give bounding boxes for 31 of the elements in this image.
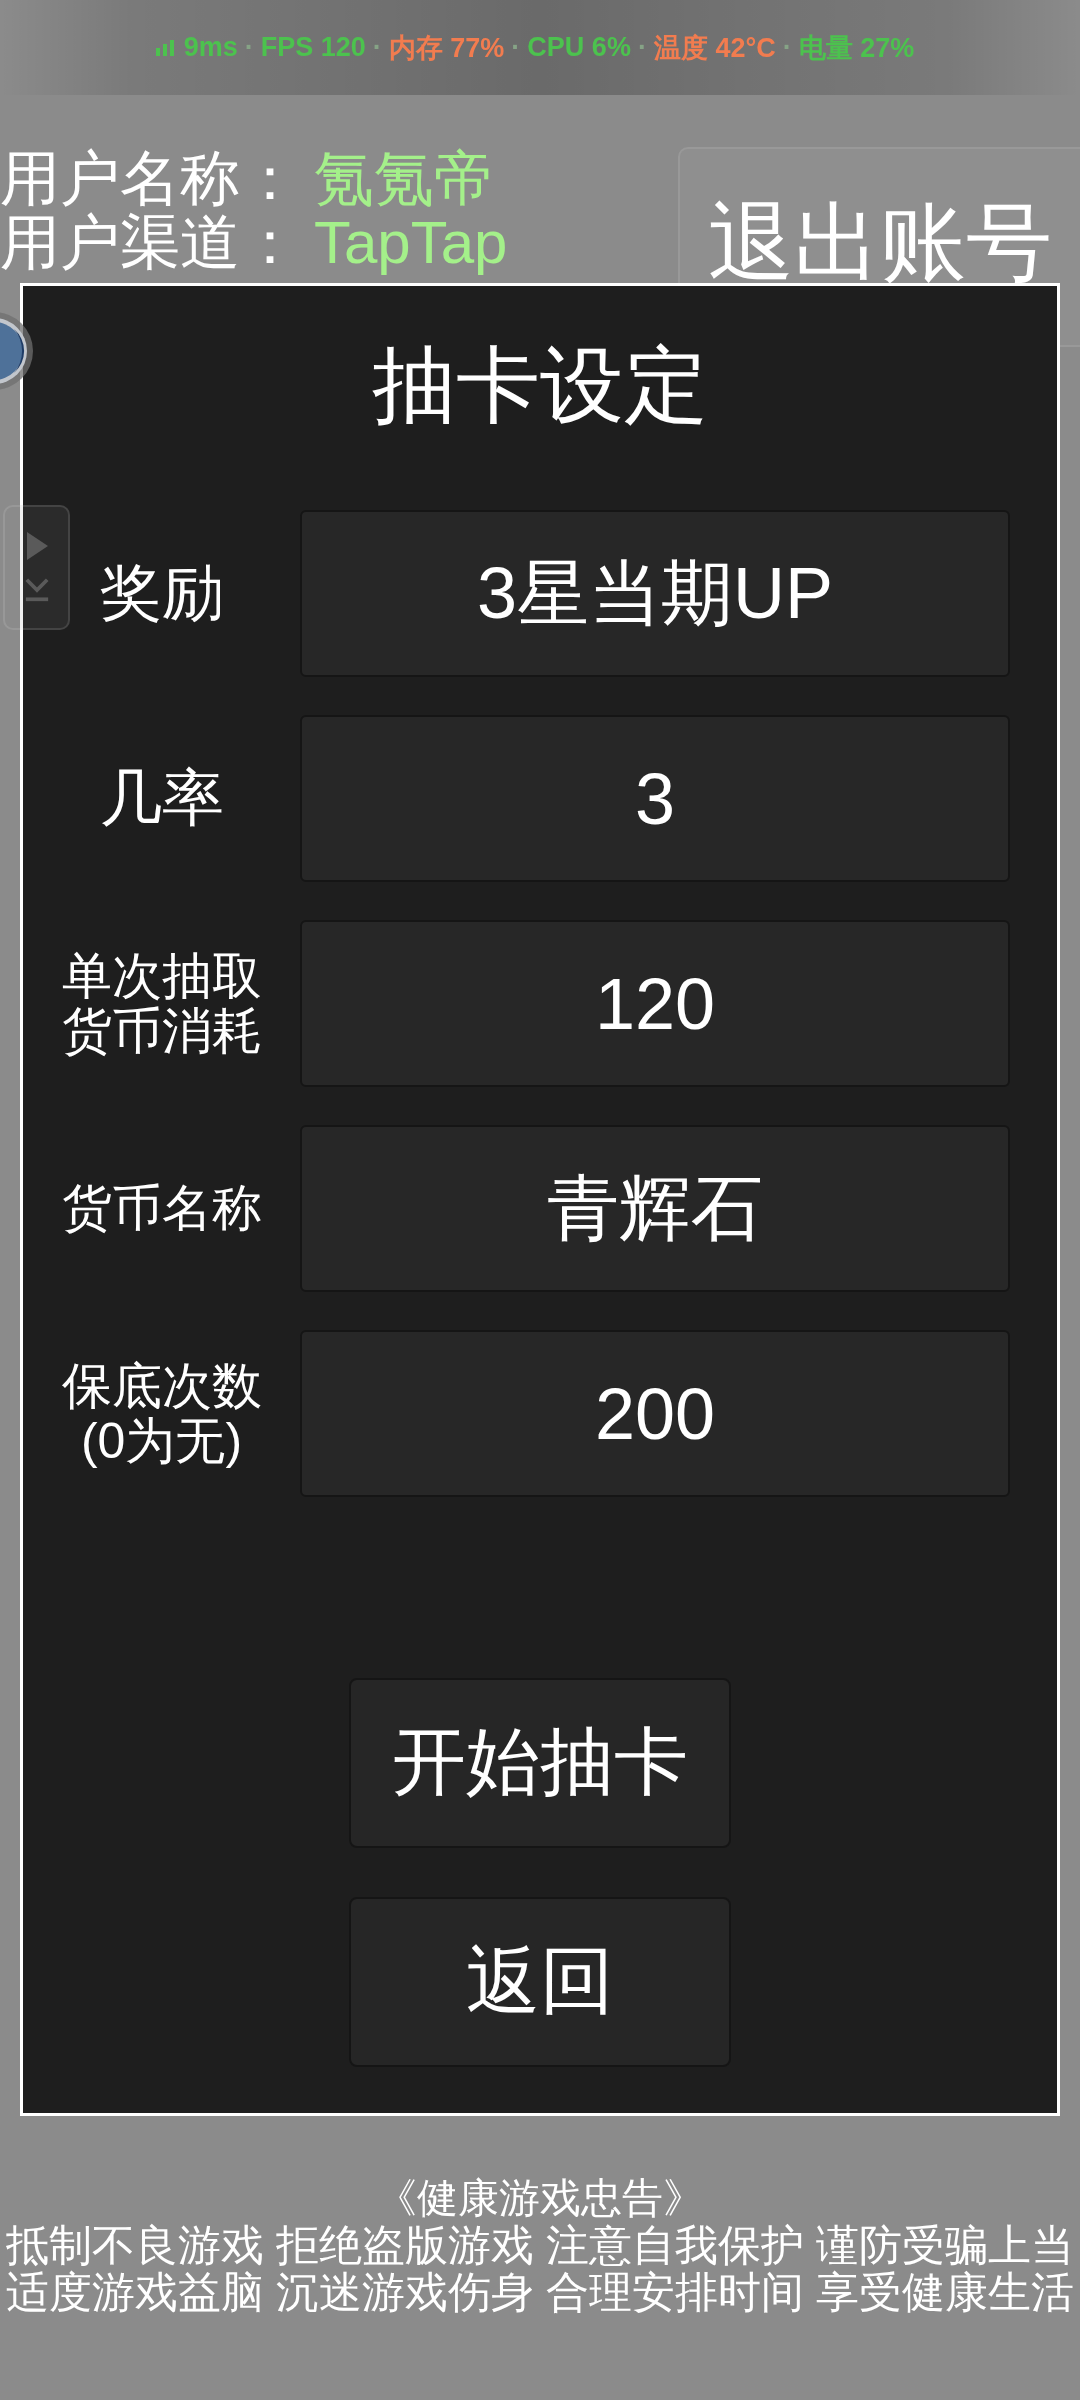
field-label: 保底次数(0为无) [60, 1358, 263, 1469]
account-label: 用户渠道： [0, 211, 300, 275]
separator-dot: · [782, 32, 792, 63]
status-metric: 内存 77% [388, 31, 505, 65]
separator-dot: · [244, 32, 254, 63]
field-label: 单次抽取货币消耗 [60, 948, 263, 1059]
input-field[interactable]: 3 [300, 715, 1010, 882]
separator-dot: · [637, 32, 647, 63]
status-metric: FPS 120 [260, 32, 366, 63]
advisory-text: 抵制不良游戏 拒绝盗版游戏 注意自我保护 谨防受骗上当 [6, 2222, 1074, 2269]
status-metric: 9ms [183, 32, 238, 63]
field-label: 货币名称 [61, 1181, 262, 1236]
advisory-text: 适度游戏益脑 沉迷游戏伤身 合理安排时间 享受健康生活 [6, 2269, 1074, 2316]
signal-icon [155, 39, 174, 56]
input-field[interactable]: 青辉石 [300, 1125, 1010, 1292]
field-label: 几率 [99, 764, 224, 833]
input-field[interactable]: 120 [300, 920, 1010, 1087]
account-value: TapTap [314, 211, 508, 275]
status-metric: 电量 27% [798, 31, 915, 65]
input-field[interactable]: 200 [300, 1330, 1010, 1497]
account-label: 用户名称： [0, 147, 300, 211]
separator-dot: · [372, 32, 382, 63]
input-field[interactable]: 3星当期UP [300, 510, 1010, 677]
start-draw-button[interactable]: 开始抽卡 [349, 1678, 731, 1848]
account-value: 氪氪帝 [314, 147, 494, 211]
status-metric: CPU 6% [527, 32, 631, 63]
advisory-title: 《健康游戏忠告》 [376, 2174, 704, 2222]
separator-dot: · [511, 32, 521, 63]
status-metric: 温度 42°C [653, 31, 776, 65]
field-label: 奖励 [99, 559, 224, 628]
back-button[interactable]: 返回 [349, 1897, 731, 2067]
